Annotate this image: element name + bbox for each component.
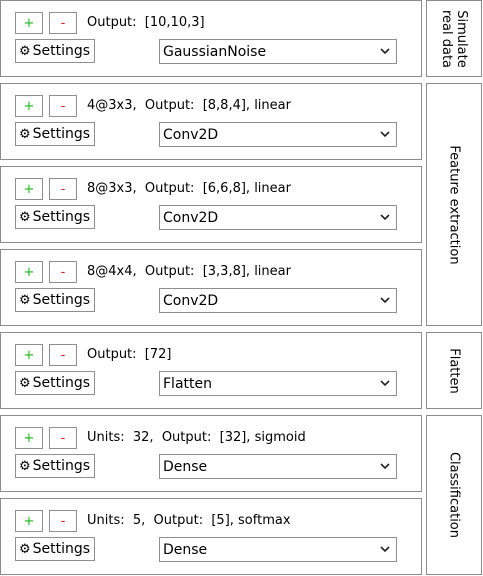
settings-button[interactable]: ⚙ Settings (15, 537, 95, 561)
gear-icon: ⚙ (19, 541, 31, 557)
settings-label: Settings (32, 126, 91, 142)
layer-type-value: GaussianNoise (163, 43, 267, 60)
group-feature-extraction: Feature extraction (426, 83, 482, 326)
layer-type-value: Dense (163, 541, 208, 558)
gear-icon: ⚙ (19, 209, 31, 225)
layer-info: Units: 32, Output: [32], sigmoid (87, 430, 306, 445)
layer-info: Units: 5, Output: [5], softmax (87, 513, 291, 528)
remove-layer-button[interactable]: - (49, 427, 77, 449)
group-simulate-real-data: Simulate real data (426, 0, 482, 77)
layer-type-value: Conv2D (163, 292, 219, 309)
group-label: Flatten (446, 347, 462, 394)
layer-row: + - Units: 5, Output: [5], softmax ⚙ Set… (0, 498, 422, 575)
gear-icon: ⚙ (19, 458, 31, 474)
layer-type-select[interactable]: GaussianNoise (159, 39, 397, 64)
layer-type-select[interactable]: Flatten (159, 371, 397, 396)
layer-type-value: Flatten (163, 375, 212, 392)
group-label: Classification (446, 451, 462, 539)
settings-button[interactable]: ⚙ Settings (15, 39, 95, 63)
layer-row: + - 8@3x3, Output: [6,6,8], linear ⚙ Set… (0, 166, 422, 243)
chevron-down-icon (380, 48, 390, 55)
add-layer-button[interactable]: + (15, 12, 43, 34)
remove-layer-button[interactable]: - (49, 95, 77, 117)
chevron-down-icon (380, 214, 390, 221)
remove-layer-button[interactable]: - (49, 344, 77, 366)
layer-type-select[interactable]: Conv2D (159, 205, 397, 230)
chevron-down-icon (380, 380, 390, 387)
layer-type-value: Conv2D (163, 209, 219, 226)
add-layer-button[interactable]: + (15, 510, 43, 532)
chevron-down-icon (380, 546, 390, 553)
group-classification: Classification (426, 415, 482, 575)
settings-label: Settings (32, 458, 91, 474)
chevron-down-icon (380, 297, 390, 304)
settings-label: Settings (32, 541, 91, 557)
settings-button[interactable]: ⚙ Settings (15, 205, 95, 229)
gear-icon: ⚙ (19, 126, 31, 142)
layer-type-select[interactable]: Dense (159, 537, 397, 562)
layer-row: + - 4@3x3, Output: [8,8,4], linear ⚙ Set… (0, 83, 422, 160)
add-layer-button[interactable]: + (15, 178, 43, 200)
settings-label: Settings (32, 209, 91, 225)
gear-icon: ⚙ (19, 375, 31, 391)
remove-layer-button[interactable]: - (49, 12, 77, 34)
remove-layer-button[interactable]: - (49, 510, 77, 532)
group-flatten: Flatten (426, 332, 482, 409)
layer-type-value: Conv2D (163, 126, 219, 143)
layer-type-select[interactable]: Conv2D (159, 288, 397, 313)
layer-type-select[interactable]: Dense (159, 454, 397, 479)
settings-button[interactable]: ⚙ Settings (15, 122, 95, 146)
add-layer-button[interactable]: + (15, 344, 43, 366)
chevron-down-icon (380, 131, 390, 138)
settings-button[interactable]: ⚙ Settings (15, 454, 95, 478)
layer-row: + - Units: 32, Output: [32], sigmoid ⚙ S… (0, 415, 422, 492)
layer-info: Output: [10,10,3] (87, 15, 205, 30)
remove-layer-button[interactable]: - (49, 178, 77, 200)
settings-label: Settings (32, 292, 91, 308)
settings-button[interactable]: ⚙ Settings (15, 371, 95, 395)
group-label: Simulate real data (439, 9, 469, 68)
layer-info: Output: [72] (87, 347, 172, 362)
chevron-down-icon (380, 463, 390, 470)
layer-row: + - Output: [72] ⚙ Settings Flatten (0, 332, 422, 409)
group-label: Feature extraction (446, 144, 462, 265)
layer-info: 4@3x3, Output: [8,8,4], linear (87, 98, 291, 113)
layer-info: 8@4x4, Output: [3,3,8], linear (87, 264, 291, 279)
add-layer-button[interactable]: + (15, 261, 43, 283)
gear-icon: ⚙ (19, 292, 31, 308)
layer-type-select[interactable]: Conv2D (159, 122, 397, 147)
settings-label: Settings (32, 43, 91, 59)
remove-layer-button[interactable]: - (49, 261, 77, 283)
add-layer-button[interactable]: + (15, 95, 43, 117)
layer-row: + - Output: [10,10,3] ⚙ Settings Gaussia… (0, 0, 422, 77)
gear-icon: ⚙ (19, 43, 31, 59)
layer-info: 8@3x3, Output: [6,6,8], linear (87, 181, 291, 196)
layer-row: + - 8@4x4, Output: [3,3,8], linear ⚙ Set… (0, 249, 422, 326)
layer-type-value: Dense (163, 458, 208, 475)
settings-label: Settings (32, 375, 91, 391)
add-layer-button[interactable]: + (15, 427, 43, 449)
settings-button[interactable]: ⚙ Settings (15, 288, 95, 312)
